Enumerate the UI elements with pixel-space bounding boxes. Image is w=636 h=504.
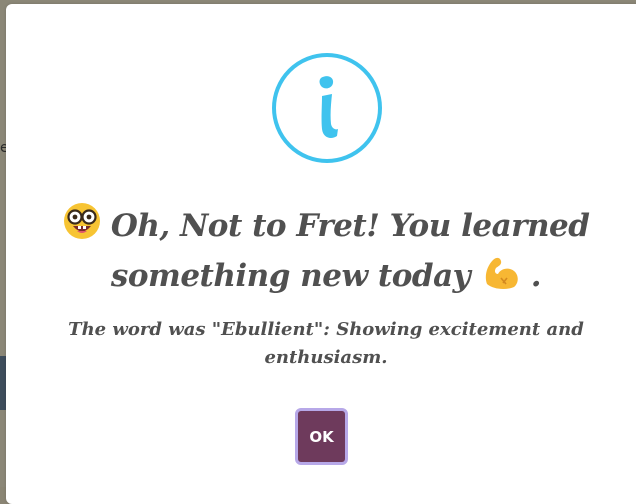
nerd-face-icon <box>63 202 101 253</box>
dialog-title: Oh, Not to Fret! You learned something n… <box>36 202 616 303</box>
info-glyph-icon <box>319 76 338 138</box>
flexed-biceps-icon <box>481 254 521 303</box>
dialog-message: The word was "Ebullient": Showing excite… <box>68 319 584 368</box>
info-icon <box>272 53 382 163</box>
alert-dialog: Oh, Not to Fret! You learned something n… <box>6 4 636 504</box>
dialog-title-end: . <box>530 258 542 294</box>
ok-button[interactable]: OK <box>295 408 348 465</box>
